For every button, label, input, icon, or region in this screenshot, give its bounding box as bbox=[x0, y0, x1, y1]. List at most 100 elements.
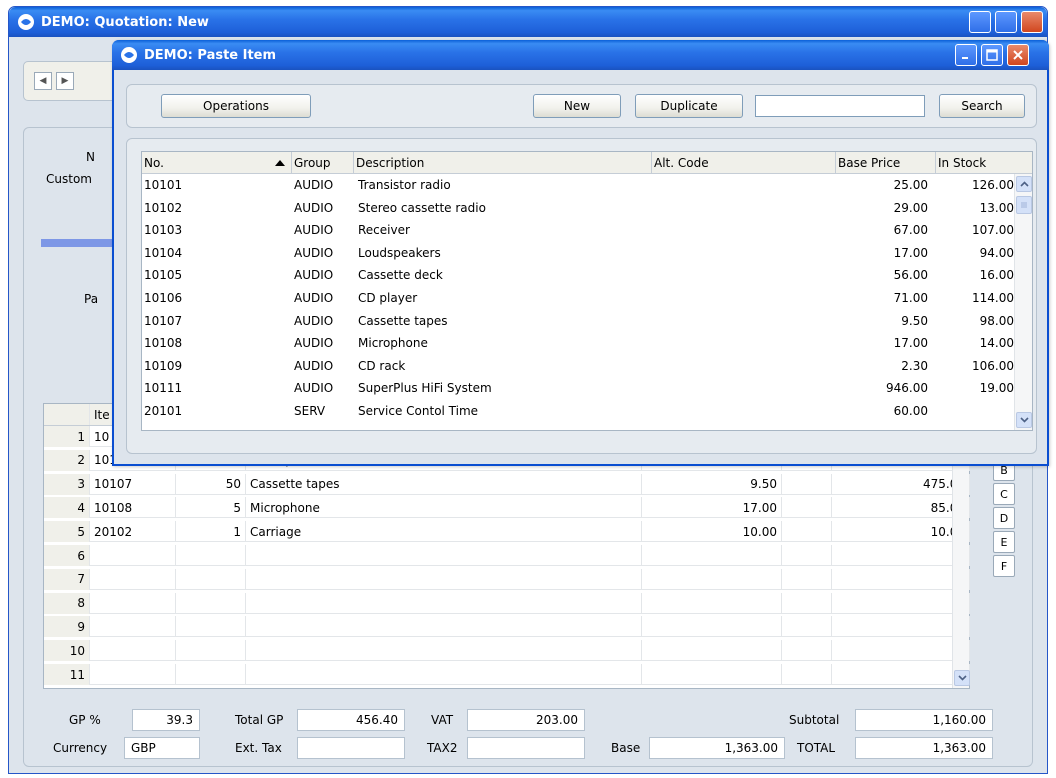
row-sum[interactable]: 85.00 bbox=[832, 497, 970, 519]
row-price[interactable]: 17.00 bbox=[642, 497, 782, 519]
list-item[interactable]: 10106 AUDIO CD player 71.00 114.00 bbox=[142, 287, 1014, 310]
col-no[interactable]: No. bbox=[142, 152, 292, 173]
list-item[interactable]: 10105 AUDIO Cassette deck 56.00 16.00 bbox=[142, 264, 1014, 287]
total-field[interactable]: 1,363.00 bbox=[855, 737, 993, 759]
tax2-field[interactable] bbox=[467, 737, 585, 759]
col-base-price[interactable]: Base Price bbox=[836, 152, 936, 173]
row-price[interactable] bbox=[642, 640, 782, 662]
row-disc[interactable] bbox=[782, 473, 832, 495]
row-sum[interactable] bbox=[832, 664, 970, 685]
row-price[interactable] bbox=[642, 592, 782, 614]
table-row[interactable]: 11 bbox=[44, 664, 970, 685]
search-button[interactable]: Search bbox=[939, 94, 1025, 118]
row-sum[interactable]: 10.00 bbox=[832, 521, 970, 543]
row-item[interactable]: 20102 bbox=[90, 521, 176, 543]
currency-field[interactable]: GBP bbox=[124, 737, 200, 759]
list-item[interactable]: 10102 AUDIO Stereo cassette radio 29.00 13.0… bbox=[142, 197, 1014, 220]
row-qty[interactable] bbox=[176, 545, 246, 566]
row-qty[interactable] bbox=[176, 568, 246, 590]
total-gp-field[interactable]: 456.40 bbox=[297, 709, 405, 731]
list-item[interactable]: 10108 AUDIO Microphone 17.00 14.00 bbox=[142, 332, 1014, 355]
row-desc[interactable]: Carriage bbox=[246, 521, 642, 543]
row-price[interactable]: 9.50 bbox=[642, 473, 782, 495]
col-alt-code[interactable]: Alt. Code bbox=[652, 152, 836, 173]
table-row[interactable]: 7 bbox=[44, 568, 970, 590]
table-row[interactable]: 10 bbox=[44, 640, 970, 662]
row-sum[interactable] bbox=[832, 568, 970, 590]
list-item[interactable]: 10101 AUDIO Transistor radio 25.00 126.00 bbox=[142, 174, 1014, 197]
row-qty[interactable] bbox=[176, 592, 246, 614]
list-item[interactable]: 10109 AUDIO CD rack 2.30 106.00 bbox=[142, 355, 1014, 378]
row-sum[interactable] bbox=[832, 640, 970, 662]
row-qty[interactable]: 50 bbox=[176, 473, 246, 495]
row-item[interactable]: 10108 bbox=[90, 497, 176, 519]
main-maximize-button[interactable] bbox=[995, 11, 1017, 33]
row-price[interactable] bbox=[642, 568, 782, 590]
subtotal-field[interactable]: 1,160.00 bbox=[855, 709, 993, 731]
next-record-icon[interactable]: ▶ bbox=[56, 72, 74, 90]
row-price[interactable] bbox=[642, 664, 782, 685]
row-sum[interactable]: 475.00 bbox=[832, 473, 970, 495]
row-item[interactable] bbox=[90, 664, 176, 685]
main-close-button[interactable] bbox=[1021, 11, 1043, 33]
list-item[interactable]: 20101 SERV Service Contol Time 60.00 bbox=[142, 400, 1014, 423]
tab-e[interactable]: E bbox=[993, 531, 1015, 553]
paste-item-title-bar[interactable]: DEMO: Paste Item bbox=[112, 40, 1049, 70]
row-desc[interactable] bbox=[246, 616, 642, 638]
table-row[interactable]: 3 10107 50 Cassette tapes 9.50 475.00 bbox=[44, 473, 970, 495]
row-disc[interactable] bbox=[782, 616, 832, 638]
table-row[interactable]: 5 20102 1 Carriage 10.00 10.00 bbox=[44, 521, 970, 543]
row-desc[interactable] bbox=[246, 568, 642, 590]
scroll-down-icon[interactable] bbox=[1016, 412, 1032, 428]
row-qty[interactable] bbox=[176, 664, 246, 685]
scroll-down-icon[interactable] bbox=[954, 670, 970, 686]
new-button[interactable]: New bbox=[533, 94, 621, 118]
minimize-button[interactable] bbox=[955, 44, 977, 66]
row-sum[interactable] bbox=[832, 592, 970, 614]
row-item[interactable]: 10107 bbox=[90, 473, 176, 495]
row-disc[interactable] bbox=[782, 521, 832, 543]
vat-field[interactable]: 203.00 bbox=[467, 709, 585, 731]
tab-c[interactable]: C bbox=[993, 483, 1015, 505]
col-in-stock[interactable]: In Stock bbox=[936, 152, 1033, 173]
row-sum[interactable] bbox=[832, 545, 970, 566]
gp-pct-field[interactable]: 39.3 bbox=[132, 709, 200, 731]
row-disc[interactable] bbox=[782, 640, 832, 662]
list-item[interactable]: 10104 AUDIO Loudspeakers 17.00 94.00 bbox=[142, 242, 1014, 265]
row-item[interactable] bbox=[90, 616, 176, 638]
row-desc[interactable]: Cassette tapes bbox=[246, 473, 642, 495]
maximize-button[interactable] bbox=[981, 44, 1003, 66]
row-disc[interactable] bbox=[782, 497, 832, 519]
duplicate-button[interactable]: Duplicate bbox=[635, 94, 743, 118]
table-row[interactable]: 9 bbox=[44, 616, 970, 638]
scroll-thumb[interactable] bbox=[1016, 196, 1032, 214]
operations-button[interactable]: Operations bbox=[161, 94, 311, 118]
row-qty[interactable]: 5 bbox=[176, 497, 246, 519]
row-desc[interactable] bbox=[246, 640, 642, 662]
row-desc[interactable] bbox=[246, 545, 642, 566]
row-item[interactable] bbox=[90, 545, 176, 566]
base-field[interactable]: 1,363.00 bbox=[649, 737, 785, 759]
tab-d[interactable]: D bbox=[993, 507, 1015, 529]
scroll-up-icon[interactable] bbox=[1016, 176, 1032, 192]
ext-tax-field[interactable] bbox=[297, 737, 405, 759]
quotation-title-bar[interactable]: DEMO: Quotation: New bbox=[9, 7, 1047, 37]
row-qty[interactable] bbox=[176, 640, 246, 662]
list-scrollbar[interactable] bbox=[1014, 174, 1032, 430]
table-row[interactable]: 6 bbox=[44, 545, 970, 566]
row-item[interactable] bbox=[90, 568, 176, 590]
row-price[interactable] bbox=[642, 616, 782, 638]
tab-f[interactable]: F bbox=[993, 555, 1015, 577]
row-disc[interactable] bbox=[782, 568, 832, 590]
list-item[interactable]: 10107 AUDIO Cassette tapes 9.50 98.00 bbox=[142, 310, 1014, 333]
row-sum[interactable] bbox=[832, 616, 970, 638]
row-price[interactable]: 10.00 bbox=[642, 521, 782, 543]
row-disc[interactable] bbox=[782, 664, 832, 685]
row-disc[interactable] bbox=[782, 592, 832, 614]
table-row[interactable]: 8 bbox=[44, 592, 970, 614]
row-item[interactable] bbox=[90, 592, 176, 614]
table-row[interactable]: 4 10108 5 Microphone 17.00 85.00 bbox=[44, 497, 970, 519]
previous-record-icon[interactable]: ◀ bbox=[34, 72, 52, 90]
row-qty[interactable]: 1 bbox=[176, 521, 246, 543]
row-item[interactable] bbox=[90, 640, 176, 662]
